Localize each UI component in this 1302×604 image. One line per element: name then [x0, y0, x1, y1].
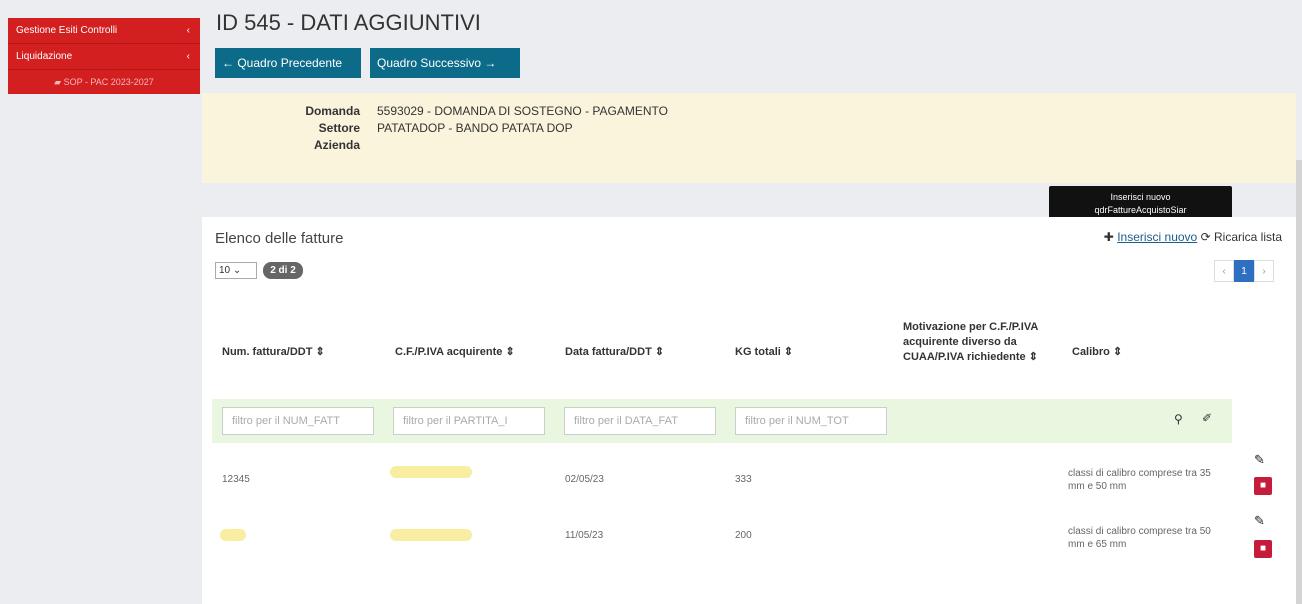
chevron-left-icon: ‹	[186, 51, 190, 62]
chevron-down-icon: ⌄	[232, 265, 242, 276]
column-header[interactable]: Motivazione per C.F./P.IVA acquirente di…	[903, 320, 1053, 365]
filter-row: filtro per il NUM_FATT filtro per il PAR…	[212, 399, 1232, 443]
filter-partita-iva[interactable]: filtro per il PARTITA_I	[393, 407, 545, 435]
cell-data-fattura: 02/05/23	[565, 474, 604, 485]
insert-new-link[interactable]: Inserisci nuovo	[1117, 230, 1197, 244]
page-title: ID 545 - DATI AGGIUNTIVI	[216, 10, 481, 35]
column-header[interactable]: Num. fattura/DDT ⇕	[222, 345, 325, 360]
search-icon[interactable]: ⚲	[1174, 412, 1183, 426]
cell-kg-totali: 200	[735, 530, 752, 541]
chevron-left-icon: ‹	[186, 25, 190, 36]
column-header[interactable]: C.F./P.IVA acquirente ⇕	[395, 345, 515, 360]
redacted-cf	[390, 466, 472, 478]
settore-value: PATATADOP - BANDO PATATA DOP	[377, 121, 573, 135]
plus-icon: ✚	[1103, 230, 1114, 244]
page-size-select[interactable]: 10 ⌄	[215, 262, 257, 279]
column-header[interactable]: Data fattura/DDT ⇕	[565, 345, 664, 360]
delete-button[interactable]: ■	[1254, 540, 1272, 558]
refresh-icon[interactable]: ⟳	[1201, 230, 1211, 244]
cell-data-fattura: 11/05/23	[565, 530, 604, 541]
trash-icon: ■	[1259, 480, 1267, 491]
filter-data-fattura[interactable]: filtro per il DATA_FAT	[564, 407, 716, 435]
invoices-panel: Elenco delle fatture ✚ Inserisci nuovo ⟳…	[202, 217, 1296, 604]
filter-num-tot[interactable]: filtro per il NUM_TOT	[735, 407, 887, 435]
edit-icon[interactable]: ✎	[1254, 513, 1265, 529]
sidebar-sub-item[interactable]: ▰ SOP - PAC 2023-2027	[8, 70, 200, 94]
cell-calibro: classi di calibro comprese tra 35 mm e 5…	[1068, 468, 1211, 492]
domanda-label: Domanda	[305, 104, 360, 118]
folder-icon: ▰	[54, 77, 64, 87]
settore-label: Settore	[318, 121, 360, 135]
sidebar-item-label: Liquidazione	[16, 51, 73, 62]
cell-calibro: classi di calibro comprese tra 50 mm e 6…	[1068, 526, 1211, 550]
eraser-icon[interactable]: ✐	[1202, 411, 1212, 425]
sidebar-item-liquidazione[interactable]: Liquidazione ‹	[8, 44, 200, 70]
domanda-value: 5593029 - DOMANDA DI SOSTEGNO - PAGAMENT…	[377, 104, 668, 118]
panel-actions: ✚ Inserisci nuovo ⟳ Ricarica lista	[1104, 230, 1282, 244]
cell-num-fattura: 12345	[222, 474, 250, 485]
delete-button[interactable]: ■	[1254, 477, 1272, 495]
panel-title: Elenco delle fatture	[215, 230, 344, 247]
next-button[interactable]: Quadro Successivo →	[370, 48, 520, 78]
redacted-num	[220, 529, 246, 541]
info-box: Domanda 5593029 - DOMANDA DI SOSTEGNO - …	[202, 93, 1296, 183]
pager-prev[interactable]: ‹	[1214, 260, 1234, 282]
cell-kg-totali: 333	[735, 474, 752, 485]
prev-button[interactable]: ← Quadro Precedente	[215, 48, 361, 78]
sidebar: Gestione Esiti Controlli ‹ Liquidazione …	[8, 18, 200, 94]
column-header[interactable]: Calibro ⇕	[1072, 345, 1122, 360]
count-badge: 2 di 2	[263, 262, 303, 279]
pager-page[interactable]: 1	[1234, 260, 1254, 282]
edit-icon[interactable]: ✎	[1254, 452, 1265, 468]
scrollbar[interactable]	[1296, 160, 1302, 604]
filter-num-fattura[interactable]: filtro per il NUM_FATT	[222, 407, 374, 435]
column-header[interactable]: KG totali ⇕	[735, 345, 793, 360]
sidebar-item-label: Gestione Esiti Controlli	[16, 25, 118, 36]
pager-next[interactable]: ›	[1254, 260, 1274, 282]
trash-icon: ■	[1259, 543, 1267, 554]
pagination: ‹ 1 ›	[1214, 260, 1274, 282]
main-content: ID 545 - DATI AGGIUNTIVI ← Quadro Preced…	[202, 0, 1296, 604]
sidebar-item-gestione-esiti[interactable]: Gestione Esiti Controlli ‹	[8, 18, 200, 44]
azienda-label: Azienda	[313, 138, 360, 152]
reload-list-link[interactable]: Ricarica lista	[1214, 230, 1282, 244]
redacted-cf	[390, 529, 472, 541]
